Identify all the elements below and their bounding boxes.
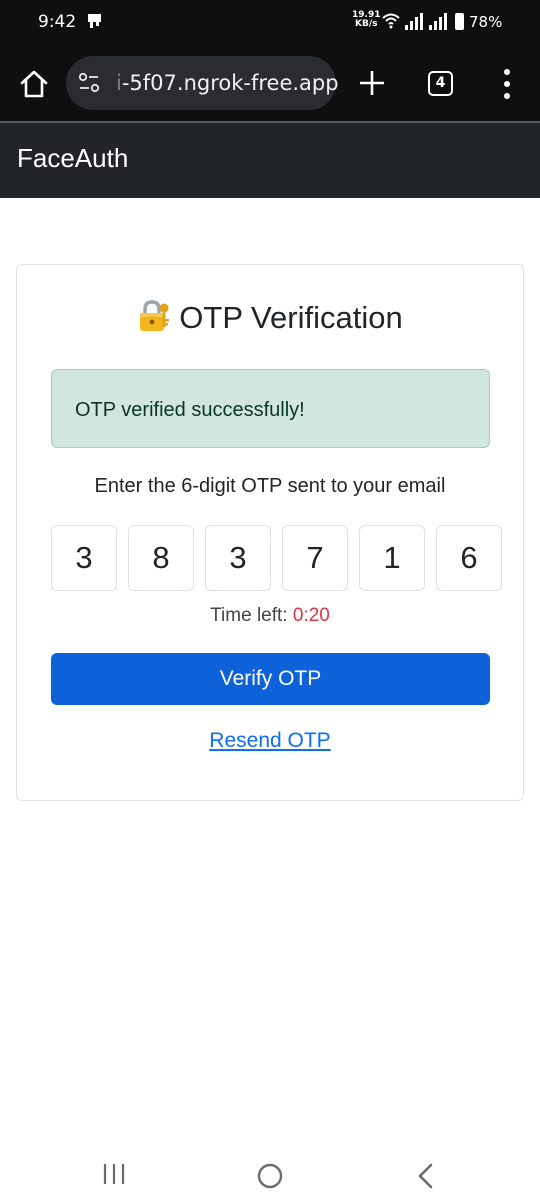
system-navigation-bar bbox=[0, 1150, 540, 1204]
browser-toolbar: i-5f07.ngrok-free.app 4 bbox=[0, 44, 540, 121]
network-speed: 19.91 KB/s bbox=[352, 11, 380, 29]
otp-digit-1[interactable]: 3 bbox=[51, 525, 117, 591]
plus-icon[interactable] bbox=[357, 68, 387, 98]
url-host: -5f07.ngrok-free.app bbox=[121, 71, 339, 95]
site-settings-icon[interactable] bbox=[78, 72, 100, 94]
resend-otp-link-text[interactable]: Resend OTP bbox=[209, 729, 330, 752]
resend-otp-link: Resend OTP bbox=[17, 729, 523, 753]
success-alert-text: OTP verified successfully! bbox=[75, 399, 305, 421]
locked-with-key-icon bbox=[140, 300, 170, 331]
home-circle-icon[interactable] bbox=[256, 1162, 284, 1190]
success-alert: OTP verified successfully! bbox=[51, 369, 490, 448]
otp-instruction: Enter the 6-digit OTP sent to your email bbox=[94, 475, 446, 497]
timer-label: Time left: bbox=[210, 605, 288, 626]
page-title: OTP Verification bbox=[17, 299, 523, 336]
otp-digit-2[interactable]: 8 bbox=[128, 525, 194, 591]
network-speed-unit: KB/s bbox=[354, 19, 378, 29]
recent-apps-icon[interactable] bbox=[100, 1162, 128, 1186]
signal-icon-secondary bbox=[429, 13, 447, 30]
battery-icon bbox=[455, 13, 464, 30]
page-title-text: OTP Verification bbox=[179, 300, 403, 335]
timer-value: 0:20 bbox=[292, 605, 330, 626]
battery-level: 78% bbox=[469, 13, 503, 31]
home-icon[interactable] bbox=[18, 68, 50, 100]
address-bar[interactable]: i-5f07.ngrok-free.app bbox=[66, 56, 339, 110]
otp-card: OTP Verification OTP verified successful… bbox=[16, 264, 524, 801]
otp-digit-3[interactable]: 3 bbox=[205, 525, 271, 591]
notification-icon bbox=[88, 14, 101, 28]
otp-digit-6[interactable]: 6 bbox=[436, 525, 502, 591]
tab-switcher-button[interactable]: 4 bbox=[428, 71, 453, 96]
more-options-icon[interactable] bbox=[496, 68, 518, 100]
otp-digit-4[interactable]: 7 bbox=[282, 525, 348, 591]
status-bar: 9:42 19.91 KB/s 78% bbox=[0, 0, 540, 44]
url-text[interactable]: i-5f07.ngrok-free.app bbox=[116, 71, 339, 95]
site-navbar: FaceAuth bbox=[0, 123, 540, 198]
navbar-brand[interactable]: FaceAuth bbox=[17, 143, 128, 174]
otp-timer: Time left: 0:20 bbox=[17, 605, 523, 627]
verify-otp-button[interactable]: Verify OTP bbox=[51, 653, 490, 705]
signal-icon bbox=[405, 13, 423, 30]
wifi-icon bbox=[382, 13, 400, 29]
otp-digit-5[interactable]: 1 bbox=[359, 525, 425, 591]
otp-input-group: 3 8 3 7 1 6 bbox=[51, 525, 503, 591]
back-icon[interactable] bbox=[414, 1162, 438, 1190]
status-time: 9:42 bbox=[38, 12, 77, 32]
